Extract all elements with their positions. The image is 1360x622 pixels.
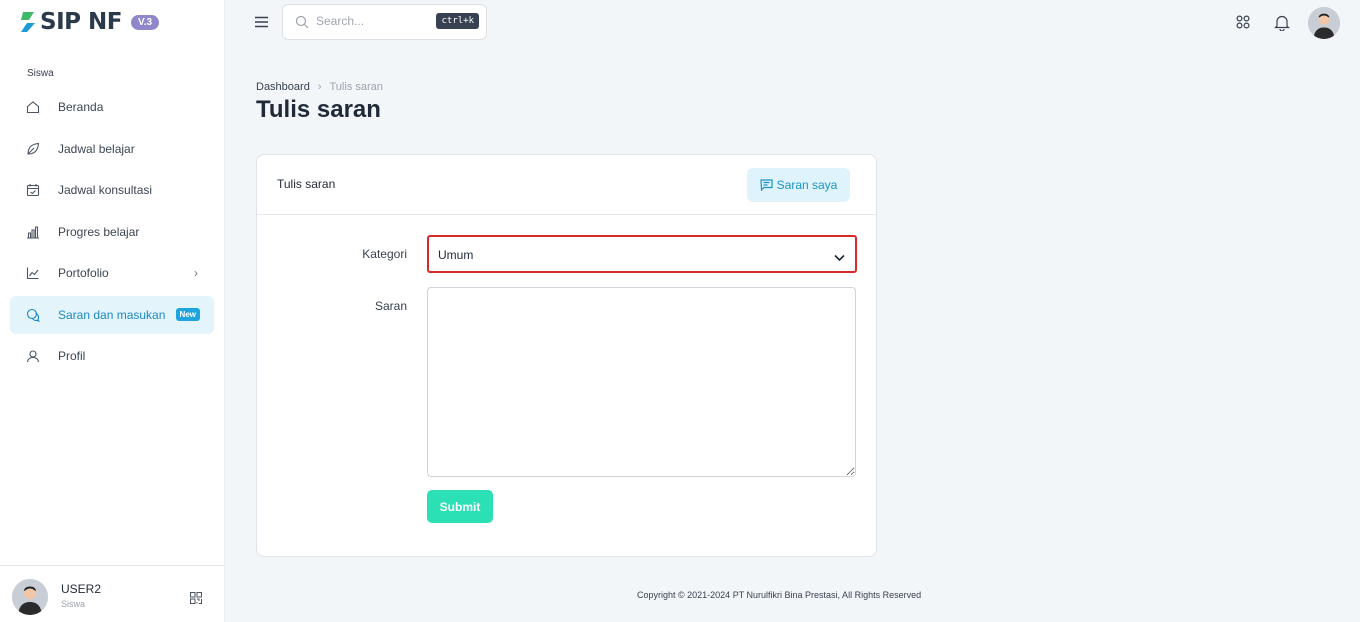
sidebar: SIP NF V.3 Siswa Beranda Jadwal belajar …	[0, 0, 225, 622]
version-badge: V.3	[130, 14, 160, 30]
sidebar-section-label: Siswa	[27, 68, 54, 79]
saran-textarea[interactable]	[427, 287, 856, 477]
sidebar-item-label: Profil	[58, 349, 86, 363]
avatar-icon	[1308, 7, 1340, 39]
logo[interactable]: SIP NF V.3	[19, 9, 160, 35]
qr-code-icon[interactable]	[190, 591, 202, 609]
leaf-icon	[26, 142, 40, 156]
breadcrumb-home-link[interactable]: Dashboard	[256, 81, 310, 93]
user-icon	[26, 349, 40, 363]
line-chart-icon	[26, 266, 40, 280]
kategori-selected-value: Umum	[438, 248, 474, 262]
card-header: Tulis saran Saran saya	[257, 155, 876, 215]
sidebar-item-label: Progres belajar	[58, 224, 140, 239]
sidebar-item-saran-dan-masukan[interactable]: Saran dan masukan New	[10, 295, 214, 334]
saran-label: Saran	[374, 299, 407, 313]
sidebar-item-label: Beranda	[58, 100, 104, 114]
user-panel: USER2 Siswa	[0, 565, 224, 622]
search-bar[interactable]: ctrl+k	[282, 4, 487, 40]
chat-icon	[26, 308, 40, 322]
kategori-select[interactable]: Umum	[427, 235, 857, 273]
sidebar-item-jadwal-belajar[interactable]: Jadwal belajar	[10, 130, 214, 168]
breadcrumb-current: Tulis saran	[329, 81, 383, 93]
page-title: Tulis saran	[256, 96, 381, 123]
sidebar-item-profil[interactable]: Profil	[10, 337, 214, 375]
new-badge: New	[175, 307, 200, 321]
suggestion-form-card: Tulis saran Saran saya Kategori Umum Sar…	[256, 154, 877, 557]
brand-name: SIP NF	[40, 9, 122, 35]
logo-mark-icon	[21, 12, 35, 32]
copyright-text: Copyright © 2021-2024 PT Nurulfikri Bina…	[637, 590, 922, 600]
avatar-icon	[12, 579, 48, 615]
sidebar-item-label: Portofolio	[58, 266, 109, 280]
sidebar-item-label: Saran dan masukan	[58, 307, 166, 322]
sidebar-item-label: Jadwal konsultasi	[58, 183, 153, 197]
chevron-right-icon: ›	[194, 266, 198, 280]
sidebar-nav: Beranda Jadwal belajar Jadwal konsultasi…	[10, 88, 214, 379]
avatar[interactable]	[12, 579, 48, 615]
user-role: Siswa	[61, 599, 86, 609]
card-title: Tulis saran	[277, 177, 336, 191]
search-icon	[295, 15, 309, 34]
menu-toggle-icon[interactable]	[254, 15, 269, 34]
saran-saya-label: Saran saya	[776, 178, 838, 192]
sidebar-item-beranda[interactable]: Beranda	[10, 88, 214, 126]
sidebar-item-jadwal-konsultasi[interactable]: Jadwal konsultasi	[10, 171, 214, 209]
submit-button[interactable]: Submit	[427, 490, 493, 523]
chevron-down-icon	[834, 249, 845, 267]
bar-chart-icon	[26, 225, 40, 239]
bell-icon[interactable]	[1274, 14, 1290, 36]
sidebar-item-progres-belajar[interactable]: Progres belajar	[10, 213, 214, 251]
breadcrumb: Dashboard › Tulis saran	[256, 81, 383, 93]
user-name: USER2	[61, 582, 102, 596]
chevron-right-icon: ›	[317, 81, 322, 93]
kategori-label: Kategori	[362, 247, 407, 261]
sidebar-item-label: Jadwal belajar	[58, 141, 135, 156]
saran-saya-button[interactable]: Saran saya	[747, 168, 850, 202]
apps-grid-icon[interactable]	[1236, 15, 1250, 34]
message-icon	[760, 179, 773, 191]
search-input[interactable]	[316, 14, 426, 28]
calendar-check-icon	[26, 183, 40, 197]
sidebar-item-portofolio[interactable]: Portofolio ›	[10, 254, 214, 292]
shortcut-hint: ctrl+k	[436, 13, 479, 29]
profile-avatar[interactable]	[1308, 7, 1340, 39]
home-icon	[26, 100, 40, 114]
